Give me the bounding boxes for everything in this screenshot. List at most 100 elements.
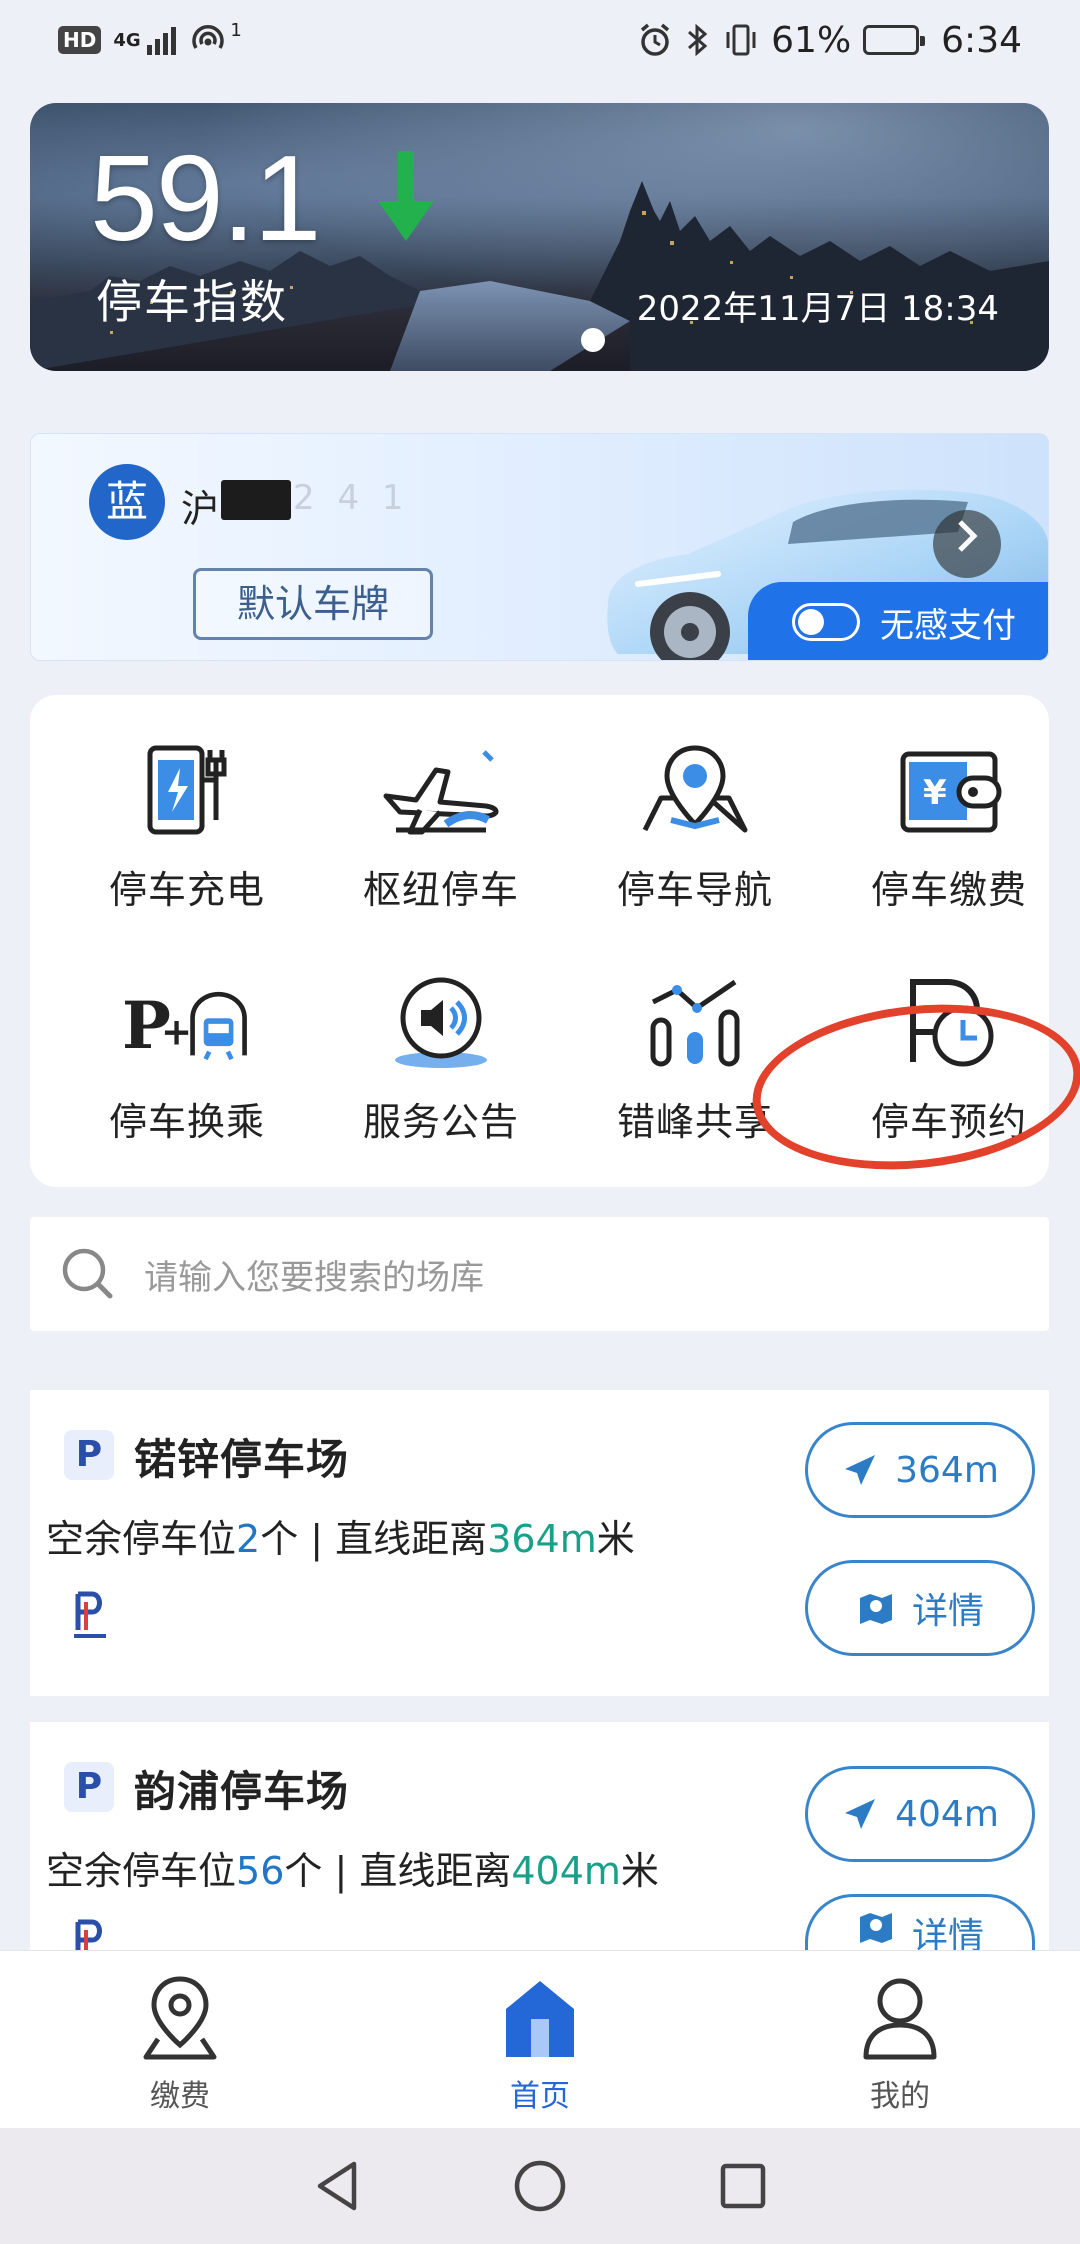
spaces-prefix: 空余停车位 — [46, 1849, 237, 1893]
parking-lot-card[interactable]: P 韵浦停车场 空余停车位56个 | 直线距离404m米 404m 详情 — [30, 1722, 1049, 1950]
seamless-pay-toggle[interactable] — [792, 603, 860, 641]
operator-logo-icon — [75, 1919, 102, 1950]
details-button[interactable]: 详情 — [805, 1560, 1035, 1656]
lot-info: 空余停车位56个 | 直线距离404m米 — [46, 1840, 659, 1895]
home-circle-icon[interactable] — [512, 2158, 568, 2214]
plate-suffix: 2 4 1 — [293, 478, 410, 518]
distance-unit: 米 — [596, 1517, 635, 1561]
license-plate-card[interactable]: 蓝 沪 2 4 1 默认车牌 无感支付 — [30, 433, 1049, 661]
status-left: HD 4G 1 — [58, 19, 242, 58]
distance-unit: 米 — [620, 1849, 659, 1893]
map-pin-icon — [630, 735, 760, 845]
seamless-pay-toggle-area[interactable]: 无感支付 — [748, 582, 1048, 660]
svg-text:¥: ¥ — [923, 773, 947, 813]
plate-arrow-button[interactable] — [933, 510, 1001, 578]
send-arrow-icon — [845, 1799, 876, 1829]
service-label: 停车缴费 — [870, 868, 1027, 912]
tab-label: 首页 — [510, 2079, 570, 2114]
parking-lot-card[interactable]: P 锘锌停车场 空余停车位2个 | 直线距离364m米 364m 详情 — [30, 1390, 1049, 1696]
navigate-distance: 364m — [895, 1449, 999, 1491]
service-label: 停车换乘 — [108, 1100, 265, 1144]
operator-logo-icon — [74, 1591, 106, 1638]
details-button[interactable]: 详情 — [805, 1894, 1035, 1950]
user-icon — [863, 1978, 937, 2060]
battery-icon — [863, 25, 926, 55]
charging-station-icon — [122, 735, 252, 845]
plate-prefix: 沪 — [181, 487, 220, 531]
lot-info: 空余停车位2个 | 直线距离364m米 — [46, 1508, 635, 1563]
map-detail-icon — [859, 1594, 892, 1624]
status-bar: HD 4G 1 61% 6:34 — [0, 0, 1080, 80]
alarm-icon — [641, 23, 670, 56]
tab-label: 缴费 — [150, 2079, 210, 2114]
trend-down-arrow-icon — [378, 151, 434, 241]
service-label: 错峰共享 — [616, 1100, 773, 1144]
spaces-count: 2 — [236, 1517, 261, 1561]
navigate-button[interactable]: 404m — [805, 1766, 1035, 1862]
service-parking-charging[interactable]: 停车充电 — [60, 735, 314, 945]
vibrate-icon — [726, 24, 756, 56]
parking-index-banner[interactable]: 59.1 停车指数 2022年11月7日 18:34 — [30, 103, 1049, 371]
hotspot-icon — [192, 25, 225, 49]
location-pin-icon — [143, 1976, 217, 2060]
plate-color-badge: 蓝 — [89, 464, 165, 540]
carousel-indicator[interactable] — [581, 328, 605, 352]
park-and-ride-icon: P + — [122, 967, 252, 1077]
parking-index-label: 停车指数 — [96, 275, 288, 329]
status-right: 61% 6:34 — [637, 20, 1022, 61]
home-icon — [506, 1981, 574, 2057]
search-input[interactable]: 请输入您要搜索的场库 — [144, 1250, 484, 1299]
tab-home[interactable]: 首页 — [440, 1973, 640, 2115]
distance-prefix: | 直线距离 — [298, 1517, 488, 1561]
seamless-pay-label: 无感支付 — [880, 605, 1016, 646]
spaces-unit: 个 — [284, 1849, 323, 1893]
svg-text:+: + — [161, 1010, 192, 1053]
tab-label: 我的 — [870, 2079, 930, 2114]
service-announcements[interactable]: 服务公告 — [314, 967, 568, 1177]
lot-name: 锘锌停车场 — [134, 1435, 350, 1484]
system-navigation-bar — [0, 2128, 1080, 2244]
navigate-button[interactable]: 364m — [805, 1422, 1035, 1518]
parking-index-value: 59.1 — [90, 130, 321, 266]
parking-p-icon: P — [64, 1762, 114, 1812]
tab-payment[interactable]: 缴费 — [80, 1973, 280, 2115]
service-parking-payment[interactable]: ¥ 停车缴费 — [822, 735, 1076, 945]
send-arrow-icon — [845, 1455, 876, 1485]
chevron-right-icon — [958, 520, 978, 552]
lot-search-box[interactable]: 请输入您要搜索的场库 — [30, 1217, 1049, 1331]
service-hub-parking[interactable]: 枢纽停车 — [314, 735, 568, 945]
service-label: 枢纽停车 — [362, 868, 519, 912]
clock-time: 6:34 — [941, 19, 1022, 61]
navigate-distance: 404m — [895, 1793, 999, 1835]
spaces-prefix: 空余停车位 — [46, 1517, 237, 1561]
signal-icon — [147, 25, 177, 55]
share-chart-icon — [630, 967, 760, 1077]
spaces-unit: 个 — [260, 1517, 299, 1561]
default-plate-button[interactable]: 默认车牌 — [193, 568, 433, 640]
recents-icon[interactable] — [718, 2161, 768, 2211]
hotspot-count: 1 — [230, 19, 242, 41]
service-parking-navigation[interactable]: 停车导航 — [568, 735, 822, 945]
wallet-icon: ¥ — [884, 735, 1014, 845]
back-icon[interactable] — [312, 2158, 362, 2214]
tab-profile[interactable]: 我的 — [800, 1973, 1000, 2115]
lot-name: 韵浦停车场 — [134, 1767, 350, 1816]
details-label: 详情 — [911, 1916, 984, 1950]
parking-index-time: 2022年11月7日 18:34 — [636, 289, 999, 329]
map-detail-icon — [859, 1913, 892, 1943]
bottom-tab-bar: 缴费 首页 我的 — [0, 1950, 1080, 2128]
details-label: 详情 — [911, 1591, 984, 1632]
parking-p-icon: P — [64, 1430, 114, 1480]
distance-prefix: | 直线距离 — [322, 1849, 512, 1893]
spaces-count: 56 — [236, 1849, 285, 1893]
service-label: 停车导航 — [616, 868, 773, 912]
network-type: 4G — [113, 29, 141, 51]
hd-badge: HD — [58, 26, 102, 54]
distance-value: 404m — [511, 1849, 621, 1893]
service-park-and-ride[interactable]: P + 停车换乘 — [60, 967, 314, 1177]
speaker-icon — [376, 967, 506, 1077]
bluetooth-icon — [688, 23, 708, 57]
toggle-knob — [798, 609, 824, 635]
service-label: 停车充电 — [108, 868, 265, 912]
battery-percent: 61% — [771, 19, 852, 61]
